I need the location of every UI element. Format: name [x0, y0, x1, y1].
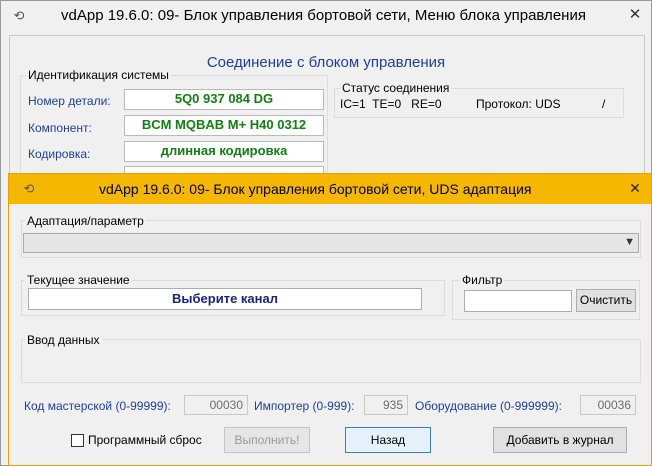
- data-entry-label: Ввод данных: [25, 333, 102, 347]
- add-to-log-button[interactable]: Добавить в журнал: [493, 427, 627, 453]
- importer-field[interactable]: 935: [364, 395, 408, 415]
- workshop-code-label: Код мастерской (0-99999):: [24, 399, 171, 413]
- part-number-field: 5Q0 937 084 DG: [124, 89, 324, 110]
- current-value-label: Текущее значение: [25, 273, 132, 287]
- execute-button[interactable]: Выполнить!: [224, 427, 310, 453]
- equipment-field[interactable]: 00036: [580, 395, 636, 415]
- data-entry-group: [21, 339, 641, 383]
- adaptation-window: ⟲ vdApp 19.6.0: 09- Блок управления борт…: [8, 173, 652, 466]
- clear-filter-button[interactable]: Очистить: [576, 289, 636, 312]
- workshop-code-field[interactable]: 00030: [184, 395, 248, 415]
- part-number-label: Номер детали:: [28, 94, 111, 108]
- importer-label: Импортер (0-999):: [254, 399, 355, 413]
- coding-field: длинная кодировка: [124, 141, 324, 162]
- back-close-icon[interactable]: ✕: [623, 5, 647, 25]
- adaptation-close-icon[interactable]: ✕: [623, 178, 647, 198]
- adaptation-parameter-select[interactable]: ▼: [23, 233, 639, 253]
- current-value-display: Выберите канал: [28, 288, 422, 310]
- adaptation-app-icon: ⟲: [23, 181, 35, 196]
- identification-group-title: Идентификация системы: [26, 68, 171, 82]
- adaptation-window-titlebar[interactable]: ⟲ vdApp 19.6.0: 09- Блок управления борт…: [9, 174, 651, 204]
- connection-status-title: Статус соединения: [340, 81, 452, 95]
- connection-status-line: IC=1 TE=0 RE=0: [340, 97, 442, 111]
- coding-label: Кодировка:: [28, 147, 91, 161]
- adaptation-window-title: vdApp 19.6.0: 09- Блок управления бортов…: [99, 181, 532, 197]
- protocol-label: Протокол: UDS: [476, 97, 561, 111]
- component-field: BCM MQBAB M+ H40 0312: [124, 115, 324, 136]
- status-slash: /: [602, 97, 606, 111]
- filter-label: Фильтр: [460, 273, 505, 287]
- adaptation-parameter-label: Адаптация/параметр: [25, 214, 146, 228]
- chevron-down-icon: ▼: [624, 236, 635, 248]
- software-reset-label[interactable]: Программный сброс: [88, 433, 202, 447]
- software-reset-checkbox[interactable]: [71, 434, 84, 447]
- equipment-label: Оборудование (0-999999):: [415, 399, 562, 413]
- back-window-title: vdApp 19.6.0: 09- Блок управления бортов…: [61, 7, 586, 24]
- back-window-titlebar[interactable]: ⟲ vdApp 19.6.0: 09- Блок управления борт…: [1, 1, 651, 31]
- component-label: Компонент:: [28, 121, 92, 135]
- app-icon: ⟲: [13, 8, 25, 23]
- filter-input[interactable]: [464, 290, 572, 312]
- back-button[interactable]: Назад: [345, 427, 431, 453]
